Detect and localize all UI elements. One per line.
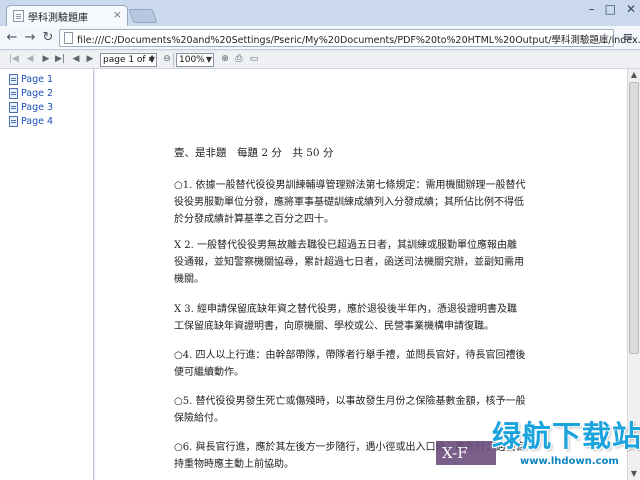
back-arrow-icon[interactable]: ← [4, 30, 20, 46]
next-page-icon[interactable]: ▶ [40, 53, 52, 66]
history-back-icon[interactable]: ◀ [70, 53, 82, 66]
page-favicon-icon [13, 10, 24, 22]
sidebar-item-page-4[interactable]: Page 4 [9, 115, 53, 128]
document-icon [9, 102, 18, 113]
forward-arrow-icon[interactable]: → [22, 30, 38, 46]
watermark-band: X-F [436, 441, 496, 465]
wrench-menu-icon[interactable]: ≡ [620, 30, 636, 46]
bookmark-star-icon[interactable]: ☆ [599, 30, 610, 44]
sidebar-item-page-1[interactable]: Page 1 [9, 73, 53, 86]
page-icon [64, 32, 73, 44]
reload-icon[interactable]: ↻ [40, 30, 56, 46]
zoom-in-icon[interactable]: ⊕ [219, 53, 231, 66]
url-text[interactable]: file:///C:/Documents%20and%20Settings/Ps… [77, 32, 640, 46]
sidebar-item-label[interactable]: Page 4 [21, 116, 53, 127]
last-page-icon[interactable]: ▶| [54, 53, 66, 66]
page-select[interactable]: page 1 of 4 ▼ [100, 53, 157, 67]
browser-tab[interactable]: 學科測驗題庫 × [6, 5, 128, 26]
tab-close-icon[interactable]: × [113, 8, 122, 21]
fullscreen-icon[interactable]: ▭ [248, 53, 260, 66]
chevron-down-icon: ▼ [205, 55, 212, 64]
chevron-down-icon: ▼ [148, 55, 155, 64]
toolbar-divider [173, 53, 174, 67]
zoom-out-icon[interactable]: ⊖ [161, 53, 173, 66]
scroll-up-icon[interactable]: ▲ [628, 69, 640, 81]
scrollbar-thumb[interactable] [629, 82, 639, 354]
page-sidebar: Page 1 Page 2 Page 3 Page 4 [0, 69, 94, 480]
question-item: ○1. 依據一般替代役役男訓練輔導管理辦法第七條規定：需用機關辦理一般替代役役男… [174, 180, 526, 225]
zoom-select-value: 100% [179, 55, 205, 65]
scroll-down-icon[interactable]: ▼ [628, 468, 640, 480]
maximize-icon[interactable]: □ [605, 2, 616, 16]
minimize-icon[interactable]: – [589, 2, 595, 16]
sidebar-item-label[interactable]: Page 1 [21, 74, 53, 85]
close-window-icon[interactable]: ✕ [626, 2, 636, 16]
previous-page-icon[interactable]: ◀ [24, 53, 36, 66]
tab-strip: 學科測驗題庫 × – □ ✕ [0, 0, 640, 26]
window-controls: – □ ✕ [589, 2, 636, 16]
sidebar-item-label[interactable]: Page 2 [21, 88, 53, 99]
document-icon [9, 74, 18, 85]
browser-toolbar: ← → ↻ file:///C:/Documents%20and%20Setti… [0, 26, 640, 50]
print-icon[interactable]: ⎙ [233, 53, 245, 66]
sidebar-item-page-3[interactable]: Page 3 [9, 101, 53, 114]
first-page-icon[interactable]: |◀ [8, 53, 20, 66]
tab-title: 學科測驗題庫 [28, 13, 88, 24]
pdf-toolbar: |◀ ◀ ▶ ▶| ◀ ▶ page 1 of 4 ▼ ⊖ 100% ▼ ⊕ ⎙… [0, 51, 640, 69]
section-heading: 壹、是非題 每題 2 分 共 50 分 [174, 147, 334, 159]
question-item: X 2. 一般替代役役男無故離去職役已超過五日者，其訓練或服勤單位應報由離役通報… [174, 240, 524, 285]
question-item: ○4. 四人以上行進：由幹部帶隊，帶隊者行舉手禮，並問長官好，待長官回禮後便可繼… [174, 350, 526, 378]
question-item: ○5. 替代役役男發生死亡或傷殘時，以事故發生月份之保險基數金額，核予一般保險給… [174, 396, 526, 424]
sidebar-item-label[interactable]: Page 3 [21, 102, 53, 113]
document-icon [9, 116, 18, 127]
history-forward-icon[interactable]: ▶ [84, 53, 96, 66]
question-item: X 3. 經申請保留底缺年資之替代役男，應於退役後半年內，憑退役證明書及職工保留… [174, 304, 518, 332]
zoom-select[interactable]: 100% ▼ [176, 53, 214, 67]
watermark-logo: 绿航下载站 [492, 419, 640, 453]
page-select-value: page 1 of 4 [103, 55, 155, 65]
address-bar[interactable]: file:///C:/Documents%20and%20Settings/Ps… [59, 29, 640, 47]
document-icon [9, 88, 18, 99]
sidebar-item-page-2[interactable]: Page 2 [9, 87, 53, 100]
new-tab-button[interactable] [128, 9, 158, 23]
watermark-url: www.lhdown.com [520, 456, 619, 467]
